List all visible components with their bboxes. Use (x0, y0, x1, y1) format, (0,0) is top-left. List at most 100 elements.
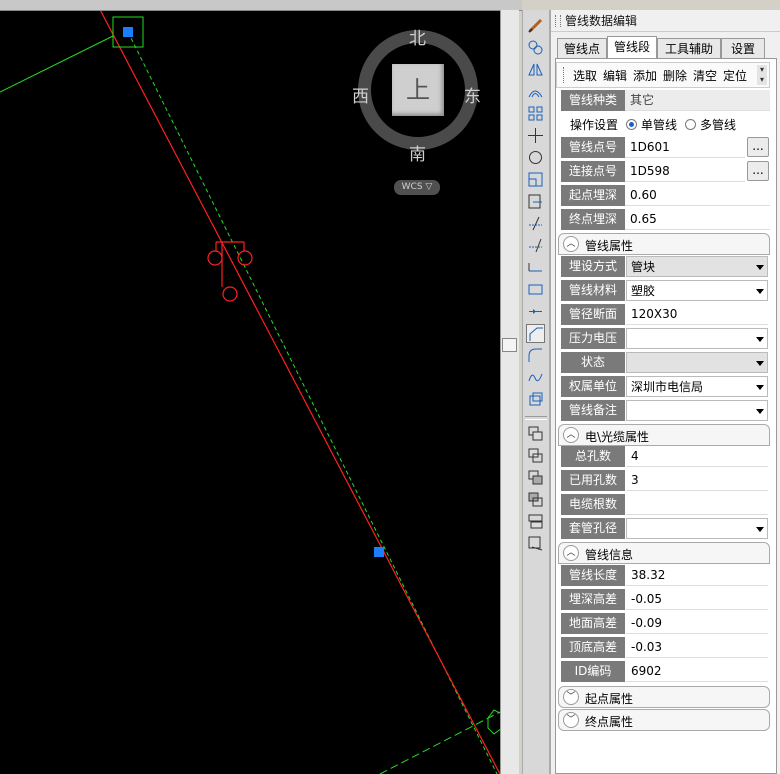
remark-select[interactable] (626, 400, 768, 421)
trim-icon[interactable] (526, 214, 545, 233)
dropdown-arrow-icon (756, 361, 764, 366)
break-icon[interactable] (526, 280, 545, 299)
id-code-field[interactable]: 6902 (626, 661, 768, 682)
scrollbar-thumb[interactable] (502, 338, 517, 352)
status-select[interactable] (626, 352, 768, 373)
action-toolbar: 选取 编辑 添加 删除 清空 定位 ▾ ▾ (556, 62, 770, 88)
select-button[interactable]: 选取 (573, 67, 597, 84)
cable-count-field[interactable] (626, 494, 768, 515)
toolbar-separator (525, 416, 547, 420)
hatch-to-back-icon[interactable] (526, 534, 545, 553)
collapse-chevron-icon[interactable]: ︿ (563, 545, 579, 561)
pipe-section-field[interactable]: 120X30 (626, 304, 768, 325)
start-depth-field[interactable]: 0.60 (625, 185, 770, 206)
drawing-canvas[interactable]: 上 北 南 东 西 WCS ▽ (0, 0, 500, 774)
explode-icon[interactable] (526, 390, 545, 409)
end-attr-header[interactable]: ﹀ 终点属性 (558, 709, 770, 731)
expand-chevron-icon[interactable]: ﹀ (563, 712, 579, 728)
line-type-field[interactable]: 其它 (625, 90, 770, 111)
collapse-chevron-icon[interactable]: ︿ (563, 236, 579, 252)
dropdown-arrow-icon (756, 265, 764, 270)
canvas-top-bar (0, 0, 522, 11)
tab-pipe-point[interactable]: 管线点 (557, 38, 607, 58)
locate-button[interactable]: 定位 (723, 67, 747, 84)
single-line-label[interactable]: 单管线 (641, 116, 677, 133)
draw-order-back-icon[interactable] (526, 446, 545, 465)
length-field[interactable]: 38.32 (626, 565, 768, 586)
extend-icon[interactable] (526, 236, 545, 255)
status-label: 状态 (561, 352, 625, 373)
total-holes-field[interactable]: 4 (626, 446, 768, 467)
compass-south[interactable]: 南 (409, 140, 426, 165)
tab-pipe-segment[interactable]: 管线段 (607, 36, 657, 59)
end-depth-label: 终点埋深 (561, 209, 625, 230)
modify-toolbar (522, 10, 550, 774)
compass-north[interactable]: 北 (409, 24, 426, 49)
draw-order-front-icon[interactable] (526, 424, 545, 443)
point-no-field[interactable]: 1D601 (625, 137, 745, 158)
grip-point-mid[interactable] (374, 547, 384, 557)
conn-no-browse-button[interactable]: ... (747, 161, 769, 181)
conn-no-label: 连接点号 (561, 161, 625, 182)
start-attr-header[interactable]: ﹀ 起点属性 (558, 686, 770, 708)
line-type-label: 管线种类 (561, 90, 625, 111)
depth-diff-field[interactable]: -0.05 (626, 589, 768, 610)
canvas-vertical-scrollbar[interactable] (500, 10, 519, 774)
pressure-select[interactable] (626, 328, 768, 349)
join-icon[interactable] (526, 302, 545, 321)
overflow-chevron-icon[interactable]: ▾ ▾ (757, 65, 767, 85)
clear-button[interactable]: 清空 (693, 67, 717, 84)
view-top-button[interactable]: 上 (392, 64, 444, 116)
owner-select[interactable]: 深圳市电信局 (626, 376, 768, 397)
add-button[interactable]: 添加 (633, 67, 657, 84)
conn-no-field[interactable]: 1D598 (625, 161, 745, 182)
lay-method-select[interactable]: 管块 (626, 256, 768, 277)
fillet-icon[interactable] (526, 346, 545, 365)
blend-curves-icon[interactable] (526, 368, 545, 387)
copy-circles-icon[interactable] (526, 38, 545, 57)
single-line-radio[interactable] (626, 119, 637, 130)
view-cube-compass[interactable]: 上 北 南 东 西 (352, 29, 481, 165)
point-no-browse-button[interactable]: ... (747, 137, 769, 157)
draw-order-under-icon[interactable] (526, 490, 545, 509)
offset-icon[interactable] (526, 82, 545, 101)
scale-icon[interactable] (526, 170, 545, 189)
top-diff-field[interactable]: -0.03 (626, 637, 768, 658)
draw-order-above-icon[interactable] (526, 468, 545, 487)
wcs-menu-button[interactable]: WCS ▽ (394, 180, 440, 195)
mirror-icon[interactable] (526, 60, 545, 79)
array-icon[interactable] (526, 104, 545, 123)
used-holes-field[interactable]: 3 (626, 470, 768, 491)
dropdown-arrow-icon (756, 289, 764, 294)
break-at-point-icon[interactable] (526, 258, 545, 277)
start-depth-label: 起点埋深 (561, 185, 625, 206)
dropdown-arrow-icon (756, 409, 764, 414)
pipe-props-header[interactable]: ︿ 管线属性 (558, 233, 770, 255)
end-depth-field[interactable]: 0.65 (625, 209, 770, 230)
multi-line-label[interactable]: 多管线 (700, 116, 736, 133)
material-select[interactable]: 塑胶 (626, 280, 768, 301)
move-icon[interactable] (526, 126, 545, 145)
cable-props-header[interactable]: ︿ 电\光缆属性 (558, 424, 770, 446)
brush-erase-icon[interactable] (526, 16, 545, 35)
tab-settings[interactable]: 设置 (721, 38, 765, 58)
text-to-front-icon[interactable] (526, 512, 545, 531)
delete-button[interactable]: 删除 (663, 67, 687, 84)
stretch-icon[interactable] (526, 192, 545, 211)
multi-line-radio[interactable] (685, 119, 696, 130)
pipe-info-header[interactable]: ︿ 管线信息 (558, 542, 770, 564)
collapse-chevron-icon[interactable]: ︿ (563, 427, 579, 443)
owner-value: 深圳市电信局 (631, 380, 704, 394)
id-code-label: ID编码 (561, 661, 625, 682)
compass-east[interactable]: 东 (464, 82, 481, 107)
rotate-icon[interactable] (526, 148, 545, 167)
chamfer-icon[interactable] (526, 324, 545, 343)
edit-button[interactable]: 编辑 (603, 67, 627, 84)
expand-chevron-icon[interactable]: ﹀ (563, 689, 579, 705)
grip-point-start[interactable] (123, 27, 133, 37)
ground-diff-field[interactable]: -0.09 (626, 613, 768, 634)
end-attr-title: 终点属性 (585, 715, 634, 729)
sleeve-select[interactable] (626, 518, 768, 539)
compass-west[interactable]: 西 (352, 82, 369, 107)
tab-tool-assist[interactable]: 工具辅助 (657, 38, 721, 58)
